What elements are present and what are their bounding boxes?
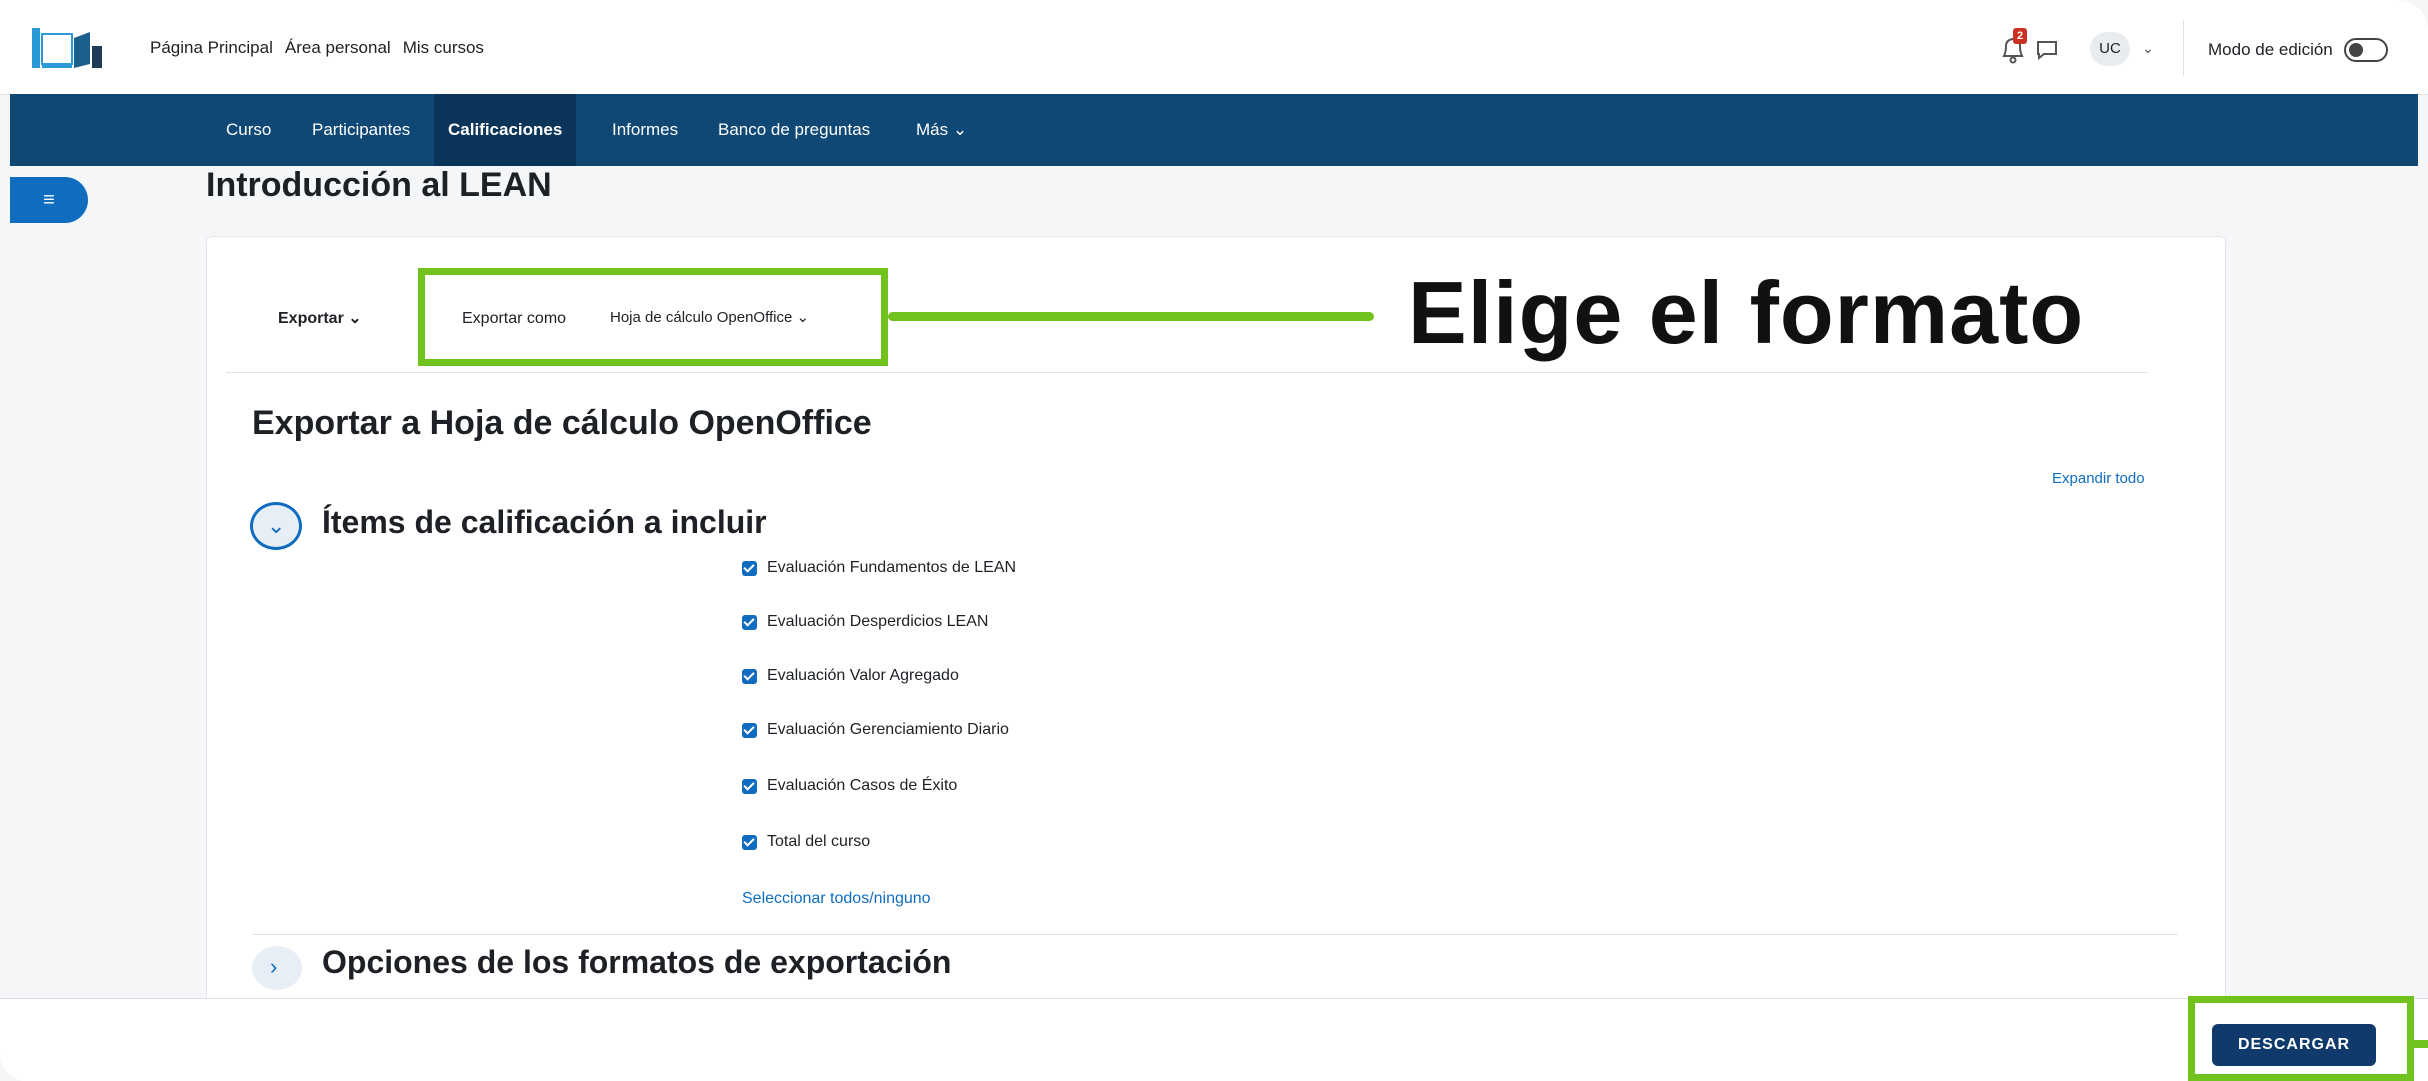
tab-reports[interactable]: Informes bbox=[612, 94, 678, 166]
top-navbar: Página Principal Área personal Mis curso… bbox=[0, 0, 2428, 95]
chevron-down-icon: ⌄ bbox=[267, 513, 286, 538]
nav-link-my-courses[interactable]: Mis cursos bbox=[403, 38, 484, 58]
tab-more[interactable]: Más ⌄ bbox=[916, 94, 967, 166]
user-avatar[interactable]: UC bbox=[2090, 32, 2130, 66]
edit-mode-toggle[interactable] bbox=[2344, 38, 2388, 62]
export-menu[interactable]: Exportar ⌄ bbox=[278, 308, 362, 328]
checkbox-label: Total del curso bbox=[767, 833, 871, 850]
expand-toggle[interactable]: › bbox=[252, 946, 302, 990]
checkbox-checked-icon bbox=[742, 560, 757, 576]
checkbox-checked-icon bbox=[742, 778, 757, 794]
chat-icon[interactable] bbox=[2036, 40, 2058, 60]
download-button[interactable]: DESCARGAR bbox=[2212, 1024, 2376, 1066]
collapse-toggle[interactable]: ⌄ bbox=[250, 502, 302, 550]
tab-grades[interactable]: Calificaciones bbox=[434, 94, 577, 166]
section-title-grade-items: Ítems de calificación a incluir bbox=[322, 504, 767, 540]
course-nav: Curso Participantes Calificaciones Infor… bbox=[10, 94, 2418, 166]
format-highlight-box bbox=[418, 268, 888, 366]
tab-more-label: Más bbox=[916, 120, 949, 139]
checkbox-label: Evaluación Gerenciamiento Diario bbox=[767, 721, 1009, 738]
section-title-export-options: Opciones de los formatos de exportación bbox=[322, 944, 952, 980]
course-index-toggle[interactable]: ≡ bbox=[10, 177, 88, 223]
expand-all-link[interactable]: Expandir todo bbox=[2052, 470, 2145, 487]
tab-course[interactable]: Curso bbox=[226, 94, 271, 166]
tab-question-bank[interactable]: Banco de preguntas bbox=[718, 94, 870, 166]
checkbox-checked-icon bbox=[742, 668, 757, 684]
primary-nav: Página Principal Área personal Mis curso… bbox=[150, 38, 484, 58]
checkbox-checked-icon bbox=[742, 614, 757, 630]
checkbox-label: Evaluación Desperdicios LEAN bbox=[767, 613, 989, 630]
notification-badge: 2 bbox=[2013, 28, 2027, 44]
checkbox-item[interactable]: Evaluación Gerenciamiento Diario bbox=[742, 716, 1009, 744]
export-menu-label: Exportar bbox=[278, 310, 344, 327]
chevron-right-icon: › bbox=[270, 954, 278, 979]
divider bbox=[252, 934, 2178, 935]
callout-connector bbox=[888, 312, 1374, 321]
chevron-down-icon: ⌄ bbox=[952, 120, 968, 139]
checkbox-checked-icon bbox=[742, 722, 757, 738]
callout-connector bbox=[2414, 1040, 2428, 1048]
nav-link-dashboard[interactable]: Área personal bbox=[285, 38, 391, 58]
divider bbox=[2183, 20, 2184, 76]
page-title: Introducción al LEAN bbox=[206, 166, 552, 204]
list-icon: ≡ bbox=[43, 189, 55, 211]
sticky-footer bbox=[0, 998, 2428, 1081]
checkbox-item[interactable]: Evaluación Valor Agregado bbox=[742, 662, 959, 690]
site-logo[interactable] bbox=[30, 24, 106, 70]
nav-link-home[interactable]: Página Principal bbox=[150, 38, 273, 58]
checkbox-label: Evaluación Casos de Éxito bbox=[767, 777, 958, 794]
callout-text: Elige el formato bbox=[1408, 263, 2085, 362]
checkbox-label: Evaluación Fundamentos de LEAN bbox=[767, 559, 1017, 576]
edit-mode-label: Modo de edición bbox=[2208, 40, 2333, 59]
checkbox-item[interactable]: Evaluación Desperdicios LEAN bbox=[742, 608, 988, 636]
checkbox-item[interactable]: Evaluación Casos de Éxito bbox=[742, 772, 957, 800]
screen: Página Principal Área personal Mis curso… bbox=[0, 0, 2428, 1081]
checkbox-label: Evaluación Valor Agregado bbox=[767, 667, 959, 684]
divider bbox=[226, 372, 2148, 373]
checkbox-item[interactable]: Evaluación Fundamentos de LEAN bbox=[742, 554, 1016, 582]
export-heading: Exportar a Hoja de cálculo OpenOffice bbox=[252, 404, 872, 442]
checkbox-item[interactable]: Total del curso bbox=[742, 828, 870, 856]
select-all-link[interactable]: Seleccionar todos/ninguno bbox=[742, 890, 931, 908]
checkbox-checked-icon bbox=[742, 834, 757, 850]
tab-participants[interactable]: Participantes bbox=[312, 94, 410, 166]
chevron-down-icon: ⌄ bbox=[348, 310, 362, 327]
chevron-down-icon[interactable]: ⌄ bbox=[2142, 40, 2154, 57]
